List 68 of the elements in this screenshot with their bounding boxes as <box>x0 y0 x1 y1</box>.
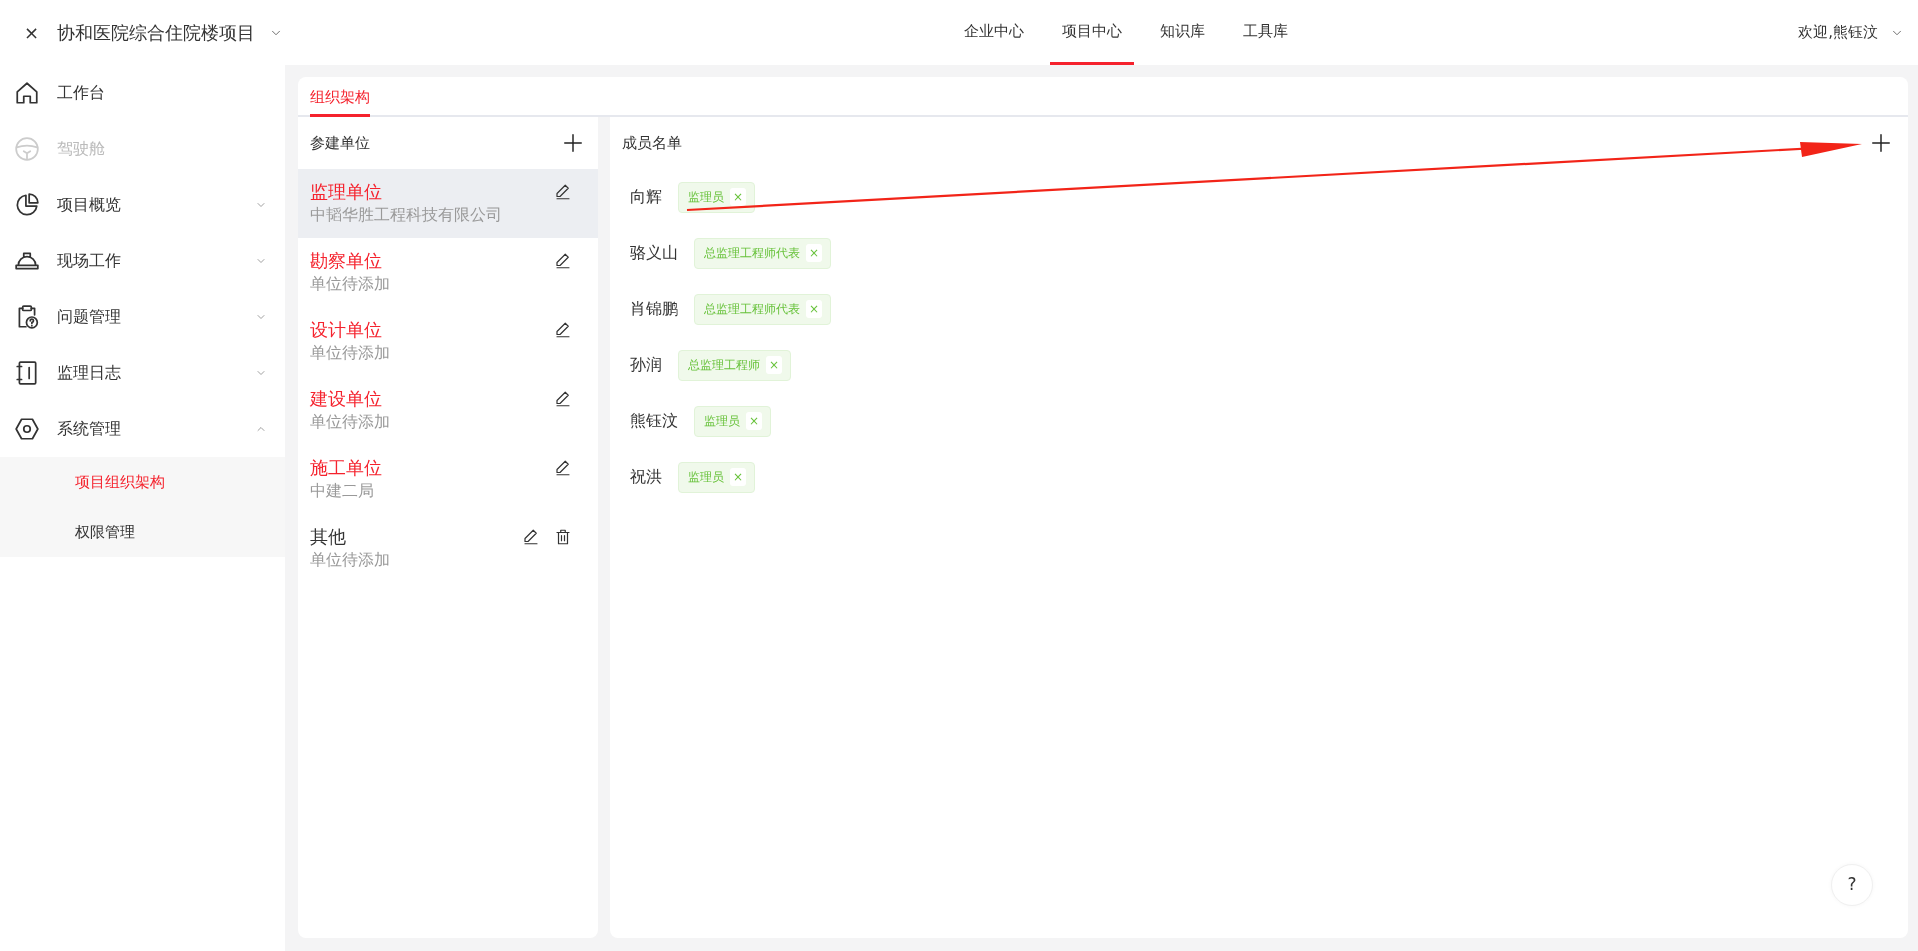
unit-name: 设计单位 <box>310 318 383 342</box>
hexagon-gear-icon <box>14 416 40 442</box>
plus-icon <box>562 132 584 154</box>
nav-tab[interactable]: 知识库 <box>1147 0 1217 65</box>
sidebar-subitem[interactable]: 项目组织架构 <box>0 457 285 507</box>
home-icon <box>14 80 40 106</box>
panel-title: 成员名单 <box>622 132 682 154</box>
help-button[interactable]: ? <box>1831 864 1873 906</box>
unit-name: 其他 <box>310 525 347 549</box>
nav-tab[interactable]: 工具库 <box>1230 0 1300 65</box>
panel-title: 参建单位 <box>310 132 370 154</box>
unit-name: 施工单位 <box>310 456 382 480</box>
edit-button[interactable] <box>554 459 572 477</box>
unit-company: 中建二局 <box>310 481 375 502</box>
member-name: 熊钰汶 <box>630 410 678 432</box>
edit-button[interactable] <box>554 321 572 339</box>
trash-icon <box>554 528 572 546</box>
edit-button[interactable] <box>554 252 572 270</box>
notebook-icon <box>14 360 40 386</box>
unit-name: 勘察单位 <box>310 249 383 273</box>
delete-button[interactable] <box>554 528 572 546</box>
unit-item[interactable]: 设计单位 单位待添加 <box>298 307 598 376</box>
role-label: 总监理工程师代表 <box>704 245 800 262</box>
sidebar-item[interactable]: 系统管理 <box>0 401 285 457</box>
role-label: 总监理工程师代表 <box>704 301 800 318</box>
pencil-icon <box>554 459 572 477</box>
steering-wheel-icon <box>14 136 40 162</box>
sidebar-subitem[interactable]: 权限管理 <box>0 507 285 557</box>
unit-company: 单位待添加 <box>310 274 390 295</box>
unit-item[interactable]: 勘察单位 单位待添加 <box>298 238 598 307</box>
unit-company: 中韬华胜工程科技有限公司 <box>310 205 502 226</box>
pencil-icon <box>522 528 540 546</box>
unit-name: 建设单位 <box>310 387 383 411</box>
edit-button[interactable] <box>554 390 572 408</box>
unit-item[interactable]: 其他 单位待添加 <box>298 514 598 583</box>
user-menu[interactable]: 欢迎,熊钰汶 <box>1798 21 1904 44</box>
unit-name: 监理单位 <box>310 180 383 204</box>
nav-tab[interactable]: 企业中心 <box>951 0 1036 65</box>
sidebar-item[interactable]: 工作台 <box>0 65 285 121</box>
pencil-icon <box>554 321 572 339</box>
unit-company: 单位待添加 <box>310 343 390 364</box>
pie-chart-icon <box>14 192 40 218</box>
role-label: 监理员 <box>688 189 724 206</box>
edit-button[interactable] <box>522 528 540 546</box>
member-name: 肖锦鹏 <box>630 298 678 320</box>
member-name: 祝洪 <box>630 466 662 488</box>
pencil-icon <box>554 390 572 408</box>
member-name: 骆义山 <box>630 242 678 264</box>
edit-button[interactable] <box>554 183 572 201</box>
plus-icon <box>1870 132 1892 154</box>
sidebar-item[interactable]: 问题管理 <box>0 289 285 345</box>
member-name: 孙润 <box>630 354 662 376</box>
unit-company: 单位待添加 <box>310 412 390 433</box>
member-name: 向辉 <box>630 186 662 208</box>
close-button[interactable]: × <box>18 19 46 46</box>
role-label: 监理员 <box>688 469 724 486</box>
sidebar-item[interactable]: 项目概览 <box>0 177 285 233</box>
project-title: 协和医院综合住院楼项目 <box>57 21 256 45</box>
pencil-icon <box>554 183 572 201</box>
unit-item[interactable]: 建设单位 单位待添加 <box>298 376 598 445</box>
role-label: 监理员 <box>704 413 740 430</box>
sidebar-item[interactable]: 现场工作 <box>0 233 285 289</box>
role-label: 总监理工程师 <box>688 357 760 374</box>
pencil-icon <box>554 252 572 270</box>
unit-item[interactable]: 施工单位 中建二局 <box>298 445 598 514</box>
unit-item[interactable]: 监理单位 中韬华胜工程科技有限公司 <box>298 169 598 238</box>
unit-company: 单位待添加 <box>310 550 390 571</box>
sidebar-item[interactable]: 监理日志 <box>0 345 285 401</box>
